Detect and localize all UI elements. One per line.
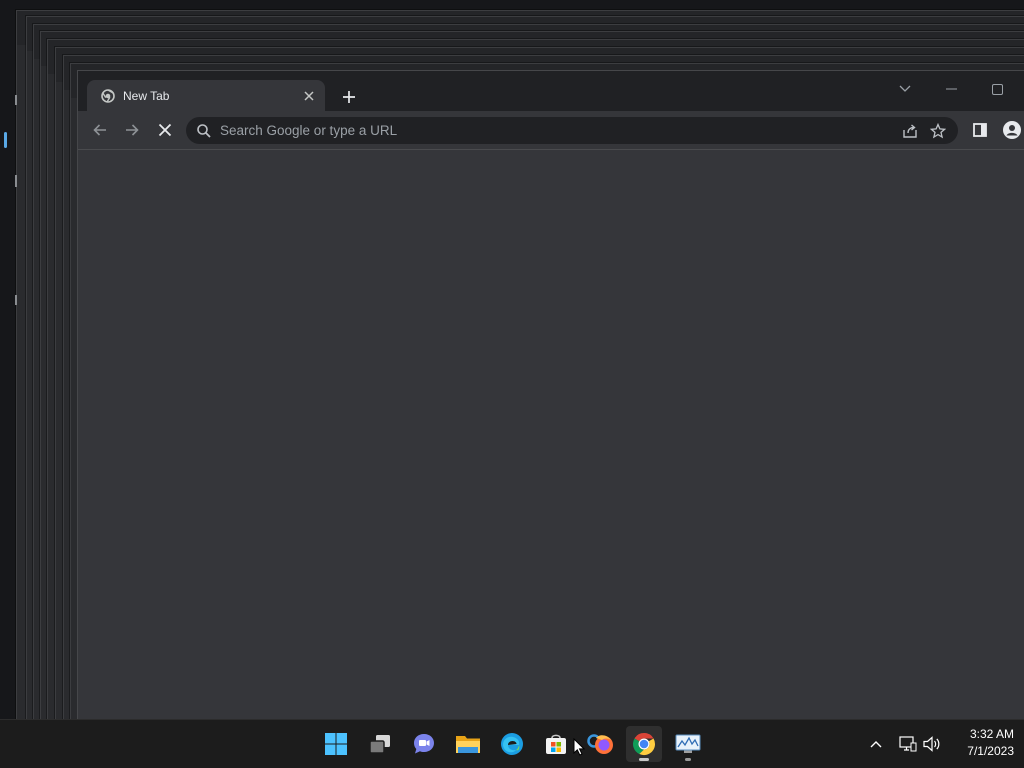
plus-icon[interactable] xyxy=(337,85,361,109)
minimize-icon[interactable] xyxy=(928,75,974,103)
close-icon xyxy=(158,123,172,137)
edge-icon[interactable] xyxy=(494,726,530,762)
chevron-down-icon[interactable] xyxy=(882,75,928,103)
running-indicator xyxy=(639,758,649,761)
network-icon[interactable] xyxy=(896,732,920,756)
profile-icon[interactable] xyxy=(998,116,1024,144)
running-indicator xyxy=(685,758,691,761)
clock-date: 7/1/2023 xyxy=(967,744,1014,758)
edge-tick xyxy=(15,175,17,187)
tab-new-tab[interactable]: New Tab xyxy=(87,80,325,112)
arrow-right-icon[interactable] xyxy=(118,116,146,144)
arrow-left-icon[interactable] xyxy=(86,116,114,144)
search-icon xyxy=(196,123,212,139)
taskbar: 3:32 AM 7/1/2023 xyxy=(0,719,1024,768)
close-icon[interactable] xyxy=(299,86,319,106)
share-icon[interactable] xyxy=(896,119,924,143)
toolbar xyxy=(78,111,1024,150)
chrome-icon[interactable] xyxy=(626,726,662,762)
tab-title: New Tab xyxy=(123,89,170,103)
side-panel-icon[interactable] xyxy=(966,116,994,144)
store-icon[interactable] xyxy=(538,726,574,762)
stop-loading-button[interactable] xyxy=(151,116,179,144)
folder-icon[interactable] xyxy=(450,726,486,762)
monitor-icon[interactable] xyxy=(670,726,706,762)
clock-time: 3:32 AM xyxy=(969,727,1014,741)
chat-icon[interactable] xyxy=(406,726,442,762)
maximize-icon[interactable] xyxy=(974,75,1020,103)
chevron-up-icon[interactable] xyxy=(864,732,888,756)
taskbar-clock[interactable]: 3:32 AM 7/1/2023 xyxy=(948,726,1014,762)
edge-tick xyxy=(15,95,17,105)
tab-strip: New Tab xyxy=(78,71,1024,112)
task-view-icon[interactable] xyxy=(362,726,398,762)
sidebar-accent xyxy=(4,132,7,148)
chrome-newtab-icon xyxy=(101,89,115,103)
omnibox[interactable] xyxy=(186,117,958,144)
edge-tick xyxy=(15,295,17,305)
page-content[interactable] xyxy=(78,150,1024,721)
star-icon[interactable] xyxy=(924,119,952,143)
address-input[interactable] xyxy=(220,123,896,138)
volume-icon[interactable] xyxy=(920,732,944,756)
firefox-icon[interactable] xyxy=(582,726,618,762)
mouse-cursor-icon xyxy=(573,738,585,756)
browser-window: New Tab xyxy=(77,70,1024,722)
windows-start-icon[interactable] xyxy=(318,726,354,762)
